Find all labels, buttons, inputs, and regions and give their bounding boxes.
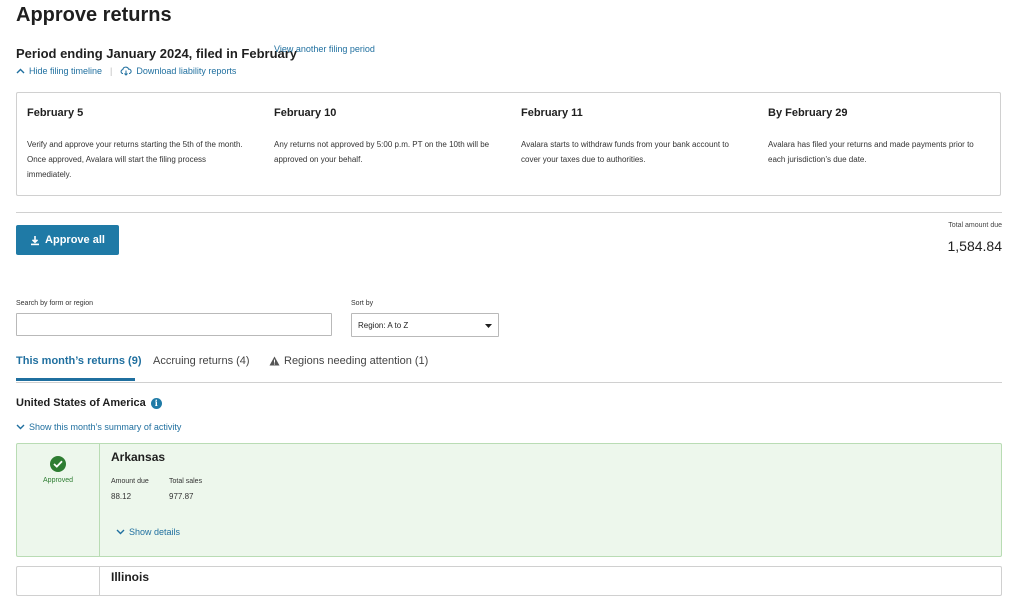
check-circle-icon: [50, 456, 66, 472]
period-title: Period ending January 2024, filed in Feb…: [16, 46, 298, 61]
country-name: United States of America: [16, 397, 146, 409]
timeline-step-date: February 5: [27, 107, 84, 119]
timeline-step-date: February 10: [274, 107, 337, 119]
sort-selected-value: Region: A to Z: [358, 320, 409, 330]
view-another-period-link[interactable]: View another filing period: [274, 44, 375, 54]
tab-accruing-returns[interactable]: Accruing returns (4): [153, 355, 250, 367]
approve-all-button[interactable]: Approve all: [16, 225, 119, 255]
show-details-label: Show details: [129, 527, 181, 537]
timeline-step-date: February 11: [521, 107, 583, 119]
timeline-step-description: Avalara starts to withdraw funds from yo…: [521, 140, 729, 164]
section-divider: [16, 212, 1002, 213]
active-tab-indicator: [16, 378, 135, 381]
show-details-link[interactable]: Show details: [116, 527, 180, 537]
region-status: Approved: [17, 444, 100, 556]
show-summary-link[interactable]: Show this month’s summary of activity: [16, 422, 181, 432]
region-name: Arkansas: [111, 450, 166, 464]
cloud-download-icon: [120, 66, 132, 76]
timeline-step-description: Avalara has filed your returns and made …: [768, 140, 974, 164]
status-label: Approved: [43, 477, 73, 484]
caret-down-icon: [485, 321, 492, 330]
info-icon[interactable]: i: [150, 397, 162, 409]
link-separator: |: [110, 66, 113, 76]
chevron-down-icon: [16, 424, 25, 430]
chevron-down-icon: [116, 529, 125, 535]
returns-tabs: This month’s returns (9) Accruing return…: [16, 350, 1002, 383]
search-label: Search by form or region: [16, 300, 94, 307]
search-input[interactable]: [16, 313, 332, 336]
region-card-arkansas: Approved Arkansas Amount due 88.12 Total…: [16, 443, 1002, 557]
amount-due-label: Amount due: [111, 478, 149, 485]
timeline-step-description: Verify and approve your returns starting…: [27, 140, 243, 179]
total-sales-label: Total sales: [169, 478, 203, 485]
tab-regions-needing-attention-label: Regions needing attention (1): [284, 355, 429, 367]
total-amount-label: Total amount due: [948, 222, 1002, 229]
chevron-up-icon: [16, 68, 25, 74]
sort-label: Sort by: [351, 300, 374, 307]
page-title: Approve returns: [16, 4, 172, 26]
total-sales-value: 977.87: [169, 492, 194, 501]
hide-timeline-label: Hide filing timeline: [29, 66, 103, 76]
show-summary-label: Show this month’s summary of activity: [29, 422, 182, 432]
approve-all-label: Approve all: [45, 234, 105, 246]
timeline-step-description: Any returns not approved by 5:00 p.m. PT…: [274, 140, 490, 164]
amount-due-value: 88.12: [111, 492, 132, 501]
timeline-links: Hide filing timeline | Download liabilit…: [16, 66, 236, 76]
warning-icon: [269, 356, 280, 366]
timeline-step-date: By February 29: [768, 107, 848, 119]
country-heading: United States of America i: [16, 397, 162, 409]
tab-regions-needing-attention[interactable]: Regions needing attention (1): [269, 355, 428, 367]
total-amount-value: 1,584.84: [947, 238, 1003, 254]
filing-timeline: February 5 Verify and approve your retur…: [16, 92, 1001, 196]
download-reports-label: Download liability reports: [136, 66, 237, 76]
region-status: [17, 567, 100, 595]
hide-timeline-link[interactable]: Hide filing timeline: [16, 66, 102, 76]
region-card-illinois: Illinois: [16, 566, 1002, 596]
tab-this-months-returns[interactable]: This month’s returns (9): [16, 355, 142, 367]
download-icon: [30, 235, 40, 246]
sort-select[interactable]: Region: A to Z: [351, 313, 499, 337]
region-name: Illinois: [111, 570, 150, 584]
download-reports-link[interactable]: Download liability reports: [120, 66, 236, 76]
